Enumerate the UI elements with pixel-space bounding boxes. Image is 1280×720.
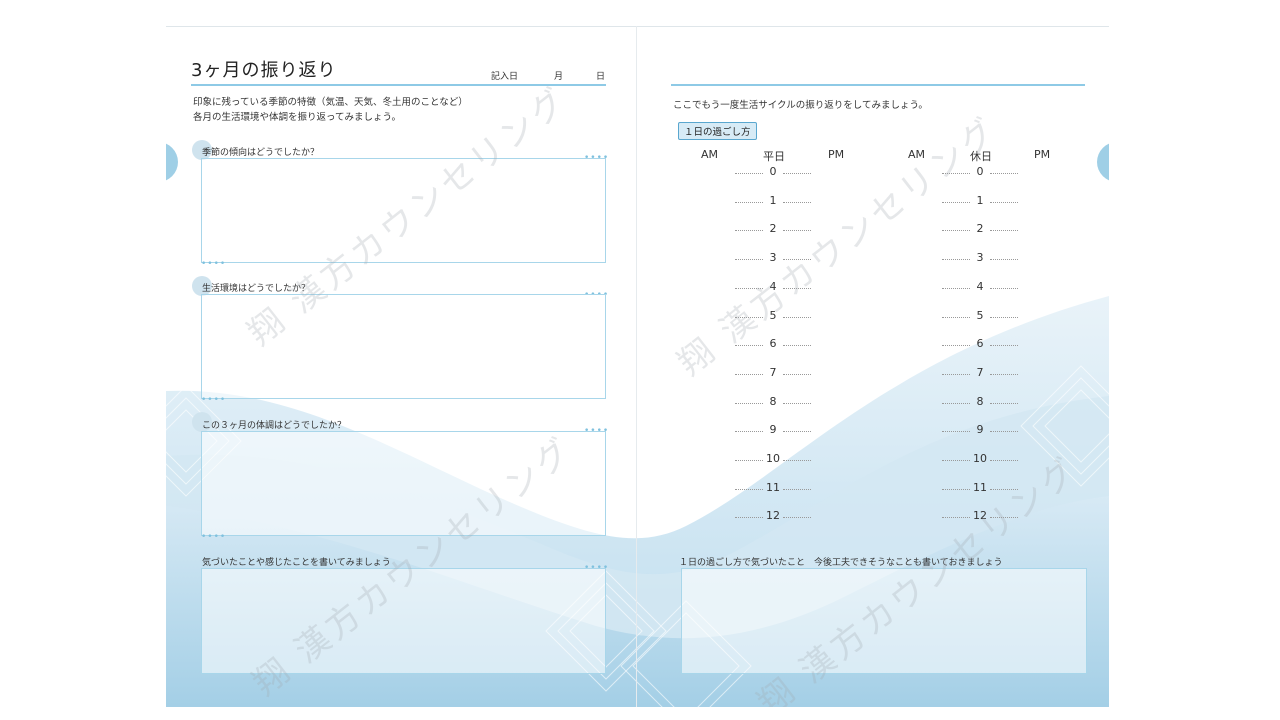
holiday-hour-label: 11 <box>973 480 987 494</box>
dots-decoration: •••• <box>201 259 227 269</box>
holiday-hour-line-right <box>990 316 1018 318</box>
weekday-hour-label: 6 <box>769 337 777 351</box>
date-month-label: 月 <box>554 72 564 82</box>
holiday-hour-line-right <box>990 345 1018 347</box>
left-intro: 印象に残っている季節の特徴（気温、天気、冬土用のことなど） 各月の生活環境や体調… <box>193 95 468 125</box>
holiday-hour-label: 5 <box>976 308 984 322</box>
weekday-hour-label: 10 <box>766 452 780 465</box>
weekday-am-label: AM <box>701 148 719 161</box>
dots-decoration: •••• <box>201 395 227 405</box>
holiday-pm-label: PM <box>1034 148 1051 161</box>
weekday-hour-line-right <box>783 431 811 433</box>
daily-routine-badge: １日の過ごし方 <box>678 122 757 140</box>
holiday-hour-label: 2 <box>976 222 984 236</box>
holiday-hour-label: 8 <box>976 394 984 408</box>
holiday-hour-label: 4 <box>976 279 984 293</box>
question-health-label: この３ヶ月の体調はどうでしたか？ <box>202 421 347 431</box>
weekday-hour-line-right <box>783 316 811 318</box>
intro-line-1: 印象に残っている季節の特徴（気温、天気、冬土用のことなど） <box>193 97 468 108</box>
weekday-hour-label: 1 <box>769 193 777 207</box>
holiday-hour-label: 1 <box>976 193 984 207</box>
holiday-hour-line-right <box>990 201 1018 203</box>
question-notes-label: 気づいたことや感じたことを書いてみましょう <box>202 558 391 568</box>
weekday-hour-label: 0 <box>769 165 777 178</box>
weekday-hour-line-right <box>783 173 811 174</box>
weekday-hour-line-right <box>783 345 811 347</box>
holiday-hour-line-right <box>990 173 1018 174</box>
weekday-hour-line-right <box>783 488 811 490</box>
holiday-hour-line-right <box>990 431 1018 433</box>
right-intro: ここでもう一度生活サイクルの振り返りをしてみましょう。 <box>673 100 928 111</box>
holiday-hour-label: 6 <box>976 337 984 351</box>
weekday-hour-label: 12 <box>766 509 780 523</box>
weekday-label: 平日 <box>763 150 785 163</box>
weekday-hour-line-right <box>783 201 811 203</box>
dots-decoration: •••• <box>201 532 227 542</box>
holiday-hour-line-right <box>990 287 1018 289</box>
weekday-hour-label: 8 <box>769 394 777 408</box>
weekday-pm-label: PM <box>828 148 845 161</box>
holiday-hour-label: 10 <box>973 452 987 465</box>
worksheet-spread: 3ヶ月の振り返り 記入日 月 日 印象に残っている季節の特徴（気温、天気、冬土用… <box>166 26 1109 707</box>
right-header-line <box>671 84 1085 86</box>
holiday-hour-line-right <box>990 402 1018 404</box>
holiday-hour-label: 7 <box>976 365 984 379</box>
date-entry-label: 記入日 <box>491 72 519 82</box>
holiday-hour-label: 3 <box>976 251 984 265</box>
weekday-hour-label: 11 <box>766 480 780 494</box>
holiday-hour-line-right <box>990 230 1018 232</box>
page-gutter <box>636 26 637 707</box>
holiday-hour-line-right <box>990 259 1018 261</box>
weekday-hour-label: 7 <box>769 365 777 379</box>
page-title: 3ヶ月の振り返り <box>191 60 337 81</box>
holiday-hour-line-right <box>990 460 1018 461</box>
weekday-hour-label: 9 <box>769 423 777 437</box>
intro-line-2: 各月の生活環境や体調を振り返ってみましょう。 <box>193 112 401 123</box>
question-season-label: 季節の傾向はどうでしたか？ <box>202 148 320 158</box>
weekday-hour-label: 2 <box>769 222 777 236</box>
date-day-label: 日 <box>596 72 606 82</box>
holiday-hour-label: 9 <box>976 423 984 437</box>
weekday-hour-line-right <box>783 373 811 375</box>
weekday-hour-line-right <box>783 517 811 519</box>
holiday-hour-line-right <box>990 373 1018 375</box>
weekday-hour-line-right <box>783 460 811 461</box>
weekday-hour-line-right <box>783 230 811 232</box>
weekday-hour-line-right <box>783 402 811 404</box>
